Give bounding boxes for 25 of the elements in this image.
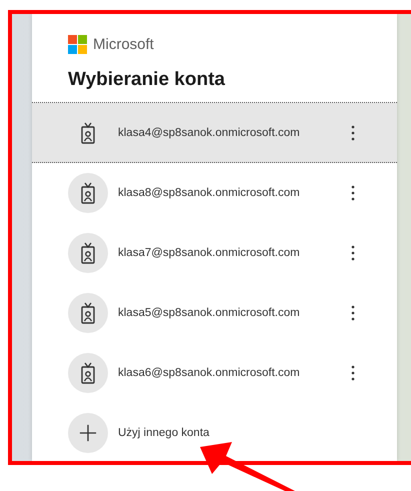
account-item[interactable]: klasa6@sp8sanok.onmicrosoft.com — [32, 343, 397, 403]
badge-avatar-icon — [68, 173, 108, 213]
account-email: klasa6@sp8sanok.onmicrosoft.com — [118, 367, 301, 379]
more-icon[interactable] — [349, 304, 357, 322]
account-email: klasa8@sp8sanok.onmicrosoft.com — [118, 187, 301, 199]
more-icon[interactable] — [349, 184, 357, 202]
more-icon[interactable] — [349, 244, 357, 262]
brand-name: Microsoft — [93, 36, 154, 53]
badge-avatar-icon — [68, 233, 108, 273]
other-account-label: Użyj innego konta — [118, 427, 210, 439]
plus-icon — [68, 413, 108, 453]
account-item[interactable]: klasa5@sp8sanok.onmicrosoft.com — [32, 283, 397, 343]
account-item[interactable]: klasa8@sp8sanok.onmicrosoft.com — [32, 163, 397, 223]
page-title: Wybieranie konta — [68, 69, 226, 90]
other-account-item[interactable]: Użyj innego konta — [32, 403, 397, 461]
badge-avatar-icon — [68, 353, 108, 393]
badge-avatar-icon — [68, 293, 108, 333]
more-icon[interactable] — [349, 364, 357, 382]
logo-icon — [68, 35, 87, 54]
account-item[interactable]: klasa7@sp8sanok.onmicrosoft.com — [32, 223, 397, 283]
account-email: klasa7@sp8sanok.onmicrosoft.com — [118, 247, 301, 259]
account-email: klasa4@sp8sanok.onmicrosoft.com — [118, 126, 301, 138]
account-item[interactable]: klasa4@sp8sanok.onmicrosoft.com — [32, 103, 397, 163]
account-email: klasa5@sp8sanok.onmicrosoft.com — [118, 307, 301, 319]
more-icon[interactable] — [349, 124, 357, 142]
